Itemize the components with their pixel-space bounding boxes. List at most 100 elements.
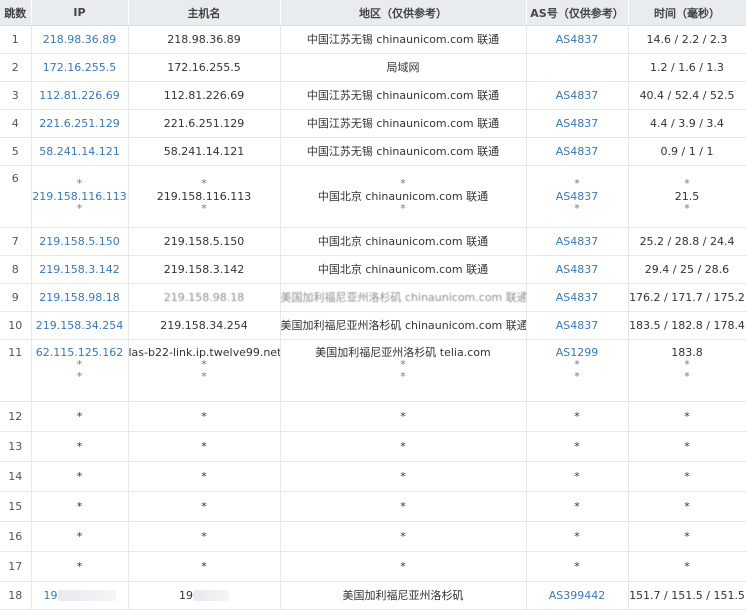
- header-region: 地区（仅供参考）: [280, 0, 527, 26]
- header-host: 主机名: [128, 0, 281, 26]
- as-link[interactable]: AS4837: [526, 255, 629, 284]
- ip-link[interactable]: 219.158.34.254: [31, 311, 129, 340]
- hostname: 218.98.36.89: [128, 25, 281, 54]
- ip-link[interactable]: 19: [44, 589, 58, 602]
- latency: 40.4 / 52.4 / 52.5: [628, 81, 746, 110]
- timeout-star: *: [280, 551, 527, 582]
- table-row: 5 58.241.14.121 58.241.14.121 中国江苏无锡 chi…: [0, 137, 746, 166]
- timeout-star: *: [201, 202, 207, 215]
- ip-link[interactable]: 219.158.5.150: [31, 227, 129, 256]
- region: 中国北京 chinaunicom.com 联通: [280, 255, 527, 284]
- latency: 25.2 / 28.8 / 24.4: [628, 227, 746, 256]
- as-link[interactable]: AS4837: [526, 283, 629, 312]
- hop-number: 16: [0, 521, 32, 552]
- table-row: 8 219.158.3.142 219.158.3.142 中国北京 china…: [0, 255, 746, 284]
- timeout-star: *: [128, 461, 281, 492]
- region: 中国北京 chinaunicom.com 联通: [280, 227, 527, 256]
- hop-number: 4: [0, 109, 32, 138]
- timeout-star: *: [31, 461, 129, 492]
- timeout-star: *: [526, 521, 629, 552]
- latency: 29.4 / 25 / 28.6: [628, 255, 746, 284]
- as-link[interactable]: AS4837: [526, 311, 629, 340]
- table-row: 7 219.158.5.150 219.158.5.150 中国北京 china…: [0, 227, 746, 256]
- region: 中国江苏无锡 chinaunicom.com 联通: [280, 25, 527, 54]
- as-link[interactable]: AS4837: [526, 227, 629, 256]
- timeout-star: *: [128, 521, 281, 552]
- timeout-star: *: [628, 521, 746, 552]
- latency-cell: * 21.5 *: [628, 165, 746, 228]
- hostname: 219.158.3.142: [128, 255, 281, 284]
- table-row: 18 19 19 美国加利福尼亚州洛杉矶 AS399442 151.7 / 15…: [0, 581, 746, 610]
- redacted-block: [193, 590, 229, 601]
- table-row: 14 * * * * *: [0, 461, 746, 492]
- timeout-star: *: [280, 521, 527, 552]
- as-link[interactable]: AS4837: [526, 25, 629, 54]
- timeout-star: *: [128, 401, 281, 432]
- table-row: 1 218.98.36.89 218.98.36.89 中国江苏无锡 china…: [0, 25, 746, 54]
- ip-link[interactable]: 221.6.251.129: [31, 109, 129, 138]
- ip-link[interactable]: 58.241.14.121: [31, 137, 129, 166]
- latency: 14.6 / 2.2 / 2.3: [628, 25, 746, 54]
- ip-link[interactable]: 219.158.3.142: [31, 255, 129, 284]
- as-cell: AS1299 * *: [526, 339, 629, 402]
- table-row: 4 221.6.251.129 221.6.251.129 中国江苏无锡 chi…: [0, 109, 746, 138]
- region: 局域网: [280, 53, 527, 82]
- latency: 183.5 / 182.8 / 178.4: [628, 311, 746, 340]
- ip-link[interactable]: 112.81.226.69: [31, 81, 129, 110]
- as-link[interactable]: AS4837: [526, 137, 629, 166]
- hop-number: 9: [0, 283, 32, 312]
- table-row: 13 * * * * *: [0, 431, 746, 462]
- hop-number: 8: [0, 255, 32, 284]
- hostname: 172.16.255.5: [128, 53, 281, 82]
- latency: 1.2 / 1.6 / 1.3: [628, 53, 746, 82]
- timeout-star: *: [128, 551, 281, 582]
- table-row: 15 * * * * *: [0, 491, 746, 522]
- hop-number: 11: [0, 339, 32, 402]
- hostname: 58.241.14.121: [128, 137, 281, 166]
- hostname-cell: 19: [128, 581, 281, 610]
- timeout-star: *: [280, 491, 527, 522]
- as-link[interactable]: AS4837: [526, 109, 629, 138]
- timeout-star: *: [628, 401, 746, 432]
- timeout-star: *: [400, 202, 406, 215]
- ip-link[interactable]: 219.158.98.18: [31, 283, 129, 312]
- latency: 4.4 / 3.9 / 3.4: [628, 109, 746, 138]
- header-row: 跳数 IP 主机名 地区（仅供参考） AS号（仅供参考） 时间（毫秒）: [0, 0, 746, 26]
- table-row: 10 219.158.34.254 219.158.34.254 美国加利福尼亚…: [0, 311, 746, 340]
- region: 美国加利福尼亚州洛杉矶 chinaunicom.com 联通: [280, 311, 527, 340]
- hop-number: 7: [0, 227, 32, 256]
- timeout-star: *: [684, 202, 690, 215]
- hop-number: 18: [0, 581, 32, 610]
- hostname: 219.158.5.150: [128, 227, 281, 256]
- timeout-star: *: [201, 370, 207, 383]
- as-link[interactable]: AS399442: [526, 581, 629, 610]
- hop-number: 17: [0, 551, 32, 582]
- as-link[interactable]: AS4837: [526, 81, 629, 110]
- latency-cell: 183.8 * *: [628, 339, 746, 402]
- table-row: 12 * * * * *: [0, 401, 746, 432]
- timeout-star: *: [574, 177, 580, 190]
- timeout-star: *: [628, 431, 746, 462]
- hostname-cell: * 219.158.116.113 *: [128, 165, 281, 228]
- hostname: 219.158.98.18: [128, 283, 281, 312]
- table-row: 2 172.16.255.5 172.16.255.5 局域网 1.2 / 1.…: [0, 53, 746, 82]
- ip-link[interactable]: 218.98.36.89: [31, 25, 129, 54]
- hostname: 19: [179, 588, 193, 602]
- header-as: AS号（仅供参考）: [526, 0, 629, 26]
- latency: 176.2 / 171.7 / 175.2: [628, 283, 746, 312]
- hostname: 221.6.251.129: [128, 109, 281, 138]
- timeout-star: *: [280, 431, 527, 462]
- region: 美国加利福尼亚州洛杉矶: [280, 581, 527, 610]
- latency: 0.9 / 1 / 1: [628, 137, 746, 166]
- timeout-star: *: [400, 370, 406, 383]
- ip-link[interactable]: 172.16.255.5: [31, 53, 129, 82]
- timeout-star: *: [526, 491, 629, 522]
- region: 中国江苏无锡 chinaunicom.com 联通: [280, 137, 527, 166]
- hostname-cell: las-b22-link.ip.twelve99.net * *: [128, 339, 281, 402]
- timeout-star: *: [128, 491, 281, 522]
- timeout-star: *: [628, 551, 746, 582]
- hostname: 219.158.34.254: [128, 311, 281, 340]
- hop-number: 13: [0, 431, 32, 462]
- table-row: 11 62.115.125.162 * * las-b22-link.ip.tw…: [0, 339, 746, 402]
- hop-number: 12: [0, 401, 32, 432]
